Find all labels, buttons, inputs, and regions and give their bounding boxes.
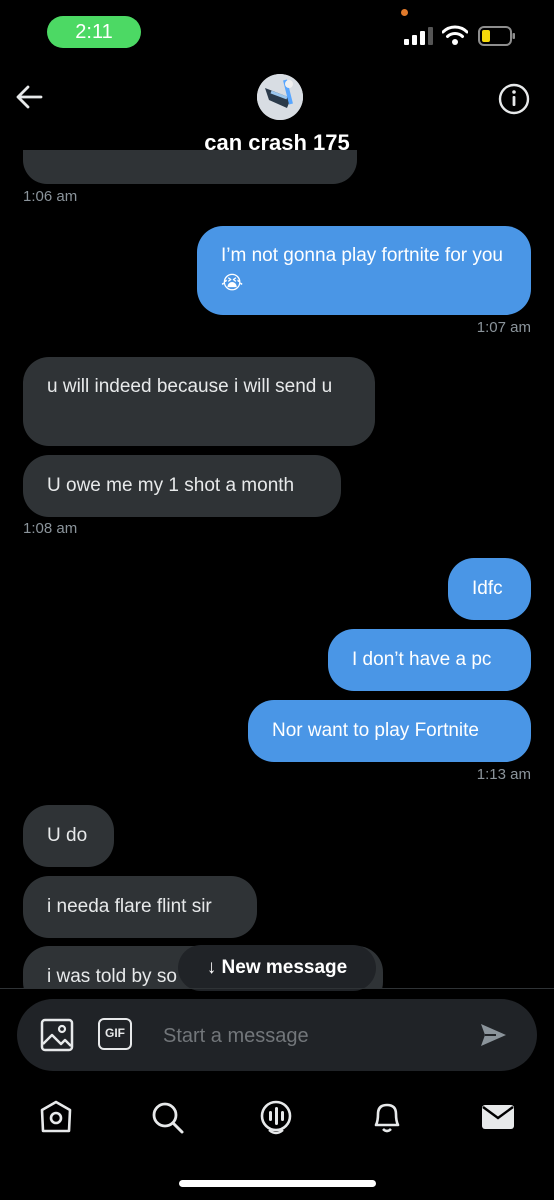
recording-indicator-icon [401, 9, 408, 16]
avatar-image [257, 74, 303, 120]
send-icon[interactable] [478, 1020, 508, 1050]
divider [0, 988, 554, 989]
search-icon[interactable] [148, 1098, 186, 1136]
info-icon[interactable] [498, 83, 530, 115]
back-arrow-icon[interactable] [14, 84, 44, 110]
message-timestamp: 1:06 am [23, 188, 78, 205]
gif-icon[interactable]: GIF [98, 1018, 132, 1050]
home-indicator[interactable] [179, 1180, 376, 1187]
battery-icon [478, 26, 515, 46]
message-bubble-incoming[interactable]: U owe me my 1 shot a month [23, 455, 341, 517]
new-message-button[interactable]: ↓ New message [178, 945, 376, 991]
status-time: 2:11 [47, 16, 141, 48]
message-timestamp: 1:08 am [23, 520, 78, 537]
messages-icon[interactable] [479, 1098, 517, 1136]
cellular-signal-icon [404, 27, 433, 45]
message-bubble-outgoing[interactable]: Nor want to play Fortnite [248, 700, 531, 762]
message-bubble-incoming[interactable]: i needa flare flint sir [23, 876, 257, 938]
message-bubble-incoming[interactable]: U do [23, 805, 114, 867]
wifi-icon [442, 25, 468, 45]
notifications-icon[interactable] [368, 1098, 406, 1136]
message-input[interactable] [163, 1020, 453, 1052]
message-bubble-incoming[interactable] [23, 150, 357, 184]
message-bubble-incoming[interactable]: u will indeed because i will send u [23, 357, 375, 446]
image-icon[interactable] [40, 1018, 74, 1052]
home-icon[interactable] [37, 1098, 75, 1136]
message-timestamp: 1:07 am [476, 319, 531, 336]
message-bubble-outgoing[interactable]: Idfc [448, 558, 531, 620]
spaces-icon[interactable] [257, 1098, 295, 1136]
message-bubble-outgoing[interactable]: I don’t have a pc [328, 629, 531, 691]
message-timestamp: 1:13 am [476, 766, 531, 783]
message-bubble-outgoing[interactable]: I’m not gonna play fortnite for you😭 [197, 226, 531, 315]
avatar[interactable] [257, 74, 303, 120]
